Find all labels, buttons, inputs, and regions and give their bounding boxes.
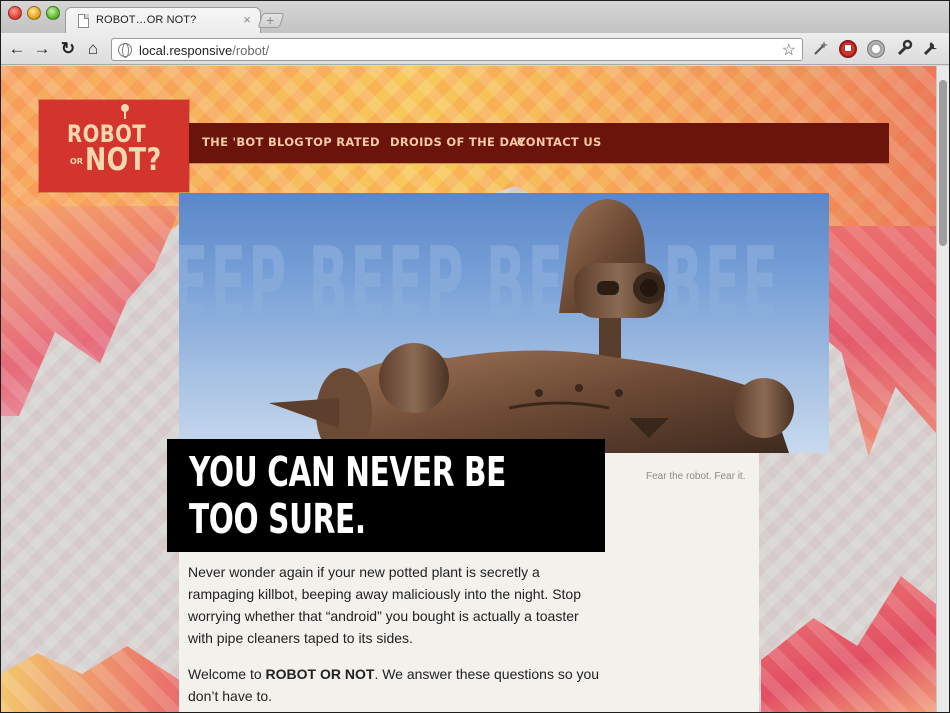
bookmark-star-icon[interactable]: ☆ [782, 40, 796, 60]
robot-antenna-icon [121, 104, 129, 119]
new-tab-button[interactable]: + [257, 12, 285, 28]
url-text: local.responsive/robot/ [139, 43, 269, 58]
headline-block: YOU CAN NEVER BE TOO SURE. [167, 439, 605, 552]
nav-link-droids-of-the-day[interactable]: DROIDS OF THE DAY [390, 135, 526, 149]
nav-link-top-rated[interactable]: TOP RATED [305, 135, 380, 149]
forward-button[interactable]: → [32, 39, 52, 59]
address-bar[interactable]: local.responsive/robot/ ☆ [111, 38, 803, 61]
url-host: local.responsive [139, 43, 233, 58]
stop-extension-icon[interactable] [839, 40, 857, 58]
window-close-button[interactable] [8, 6, 22, 20]
browser-window: ROBOT…OR NOT? × + ← → ↻ ⌂ local.responsi… [1, 1, 949, 712]
tab-title: ROBOT…OR NOT? [96, 14, 197, 26]
logo-not-text: NOT? [85, 142, 162, 178]
headline-line-1: YOU CAN NEVER BE [189, 448, 506, 496]
nav-link-bot-blog[interactable]: THE 'BOT BLOG [202, 135, 304, 149]
globe-icon [118, 43, 132, 58]
tools-icon[interactable] [894, 39, 914, 59]
scrollbar-thumb[interactable] [939, 80, 947, 246]
site-name-strong: ROBOT OR NOT [265, 666, 375, 682]
site-logo[interactable]: ROBOT OR NOT? [39, 100, 189, 192]
page-headline: YOU CAN NEVER BE TOO SURE. [189, 449, 506, 543]
welcome-paragraph: Welcome to ROBOT OR NOT. We answer these… [188, 663, 603, 707]
nav-link-contact-us[interactable]: CONTACT US [517, 135, 602, 149]
plus-icon: + [266, 12, 275, 28]
wrench-menu-icon[interactable] [921, 39, 941, 59]
page-viewport: THE 'BOT BLOG TOP RATED DROIDS OF THE DA… [1, 66, 936, 712]
vertical-scrollbar[interactable] [936, 66, 949, 712]
window-zoom-button[interactable] [46, 6, 60, 20]
gear-extension-icon[interactable] [867, 40, 885, 58]
magic-wand-extension-icon[interactable] [811, 39, 831, 59]
robot-statue-image [269, 199, 794, 453]
intro-paragraph: Never wonder again if your new potted pl… [188, 564, 582, 646]
welcome-prefix: Welcome to [188, 666, 266, 682]
home-button[interactable]: ⌂ [83, 39, 103, 59]
reload-button[interactable]: ↻ [58, 39, 78, 59]
body-copy: Never wonder again if your new potted pl… [188, 561, 603, 712]
headline-line-2: TOO SURE. [189, 495, 366, 543]
browser-toolbar: ← → ↻ ⌂ local.responsive/robot/ ☆ [1, 33, 949, 65]
site-nav: THE 'BOT BLOG TOP RATED DROIDS OF THE DA… [179, 123, 889, 163]
title-bar: ROBOT…OR NOT? × + [1, 1, 949, 34]
browser-tab[interactable]: ROBOT…OR NOT? × [65, 7, 261, 34]
tab-close-icon[interactable]: × [243, 12, 251, 28]
url-path: /robot/ [232, 43, 270, 58]
back-button[interactable]: ← [7, 39, 27, 59]
hero-caption: Fear the robot. Fear it. [646, 471, 746, 482]
page-icon [78, 14, 89, 28]
logo-or-text: OR [70, 157, 83, 166]
window-minimize-button[interactable] [27, 6, 41, 20]
hero-image: EEP BEEP BEEP BEE [179, 193, 829, 453]
